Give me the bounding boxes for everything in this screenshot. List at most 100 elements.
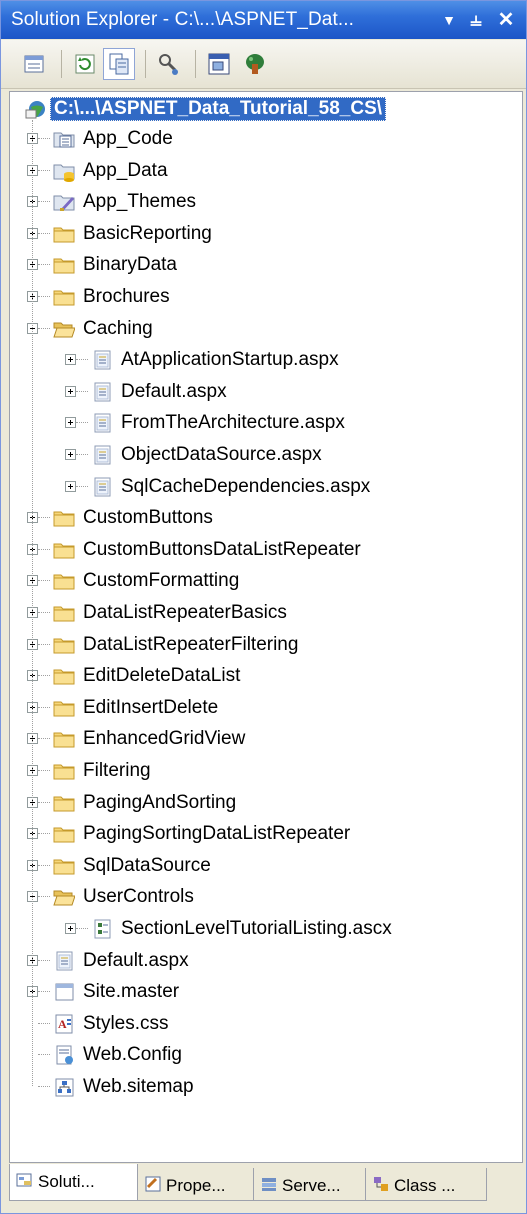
tree-item-label: Default.aspx [121,380,227,402]
properties-icon [24,55,44,73]
class-diagram-button[interactable] [239,48,271,80]
tab-properties[interactable]: Prope... [137,1168,254,1201]
close-icon[interactable]: ✕ [493,6,519,34]
tree-item-label: PagingSortingDataListRepeater [83,823,351,845]
tree-item[interactable]: Web.sitemap [10,1072,522,1103]
tree-item[interactable]: App_Data [10,156,522,187]
view-code-icon [159,54,178,75]
tree-item[interactable]: AtApplicationStartup.aspx [10,345,522,376]
tree-item[interactable]: Default.aspx [10,946,522,977]
expand-icon[interactable] [65,354,76,366]
folder-icon [53,796,75,812]
tree-item[interactable]: CustomButtons [10,503,522,534]
tree-item[interactable]: PagingSortingDataListRepeater [10,819,522,850]
tree-item-label: App_Themes [83,191,197,213]
toolbar-separator [61,50,62,78]
tree-item-label: App_Code [83,128,173,149]
tree-connector [38,548,50,551]
folder-icon [53,258,75,274]
tree-item-label: Brochures [83,286,170,307]
pin-icon[interactable]: ⫨ [463,6,489,34]
sitemap-file-icon [55,1078,74,1097]
title-bar[interactable]: Solution Explorer - C:\...\ASPNET_Dat...… [1,1,526,39]
tree-item[interactable]: Site.master [10,977,522,1008]
expand-icon[interactable] [65,417,76,429]
tree-item-label: Web.sitemap [83,1076,194,1097]
tree-item[interactable]: Filtering [10,756,522,787]
show-all-files-icon [109,53,129,75]
tree-item-label: EnhancedGridView [83,728,246,750]
tree-item[interactable]: ObjectDataSource.aspx [10,440,522,471]
tab-label: Serve... [282,1176,341,1195]
tree-item[interactable]: UserControls [10,882,522,913]
tree-connector [38,1054,50,1056]
properties-icon [145,1176,161,1192]
tree-item[interactable]: EditInsertDelete [10,693,522,724]
tree-item[interactable]: App_Themes [10,187,522,218]
special-folder-icon [53,132,75,148]
tree-connector [38,1086,50,1088]
show-all-files-button[interactable] [103,48,135,80]
tree-item[interactable]: BinaryData [10,250,522,281]
tab-class-view[interactable]: Class ... [365,1168,487,1201]
tree-item[interactable]: Brochures [10,282,522,313]
tree-root[interactable]: C:\...\ASPNET_Data_Tutorial_58_CS\ [10,94,522,125]
folder-icon [53,638,75,654]
tree-item-label: EditDeleteDataList [83,665,241,687]
tree-item-label: SqlDataSource [83,854,211,876]
tree-item[interactable]: CustomButtonsDataListRepeater [10,535,522,566]
tree-item[interactable]: DataListRepeaterBasics [10,598,522,629]
tree-item[interactable]: SqlCacheDependencies.aspx [10,472,522,503]
tree-connector [38,706,50,709]
dropdown-icon[interactable]: ▼ [437,6,461,34]
aspx-file-icon [94,477,111,497]
tree-connector [38,770,50,772]
tree-item[interactable]: EditDeleteDataList [10,661,522,692]
tree-item[interactable]: DataListRepeaterFiltering [10,630,522,661]
tree-connector [38,232,50,235]
tree-item-label: FromTheArchitecture.aspx [121,412,345,434]
tree-connector [76,422,88,424]
tree-item[interactable]: EnhancedGridView [10,724,522,755]
tab-solution-explorer[interactable]: Soluti... [9,1164,138,1201]
tree-connector [38,864,50,867]
view-designer-button[interactable] [203,48,235,80]
tree-item[interactable]: App_Code [10,124,522,155]
tab-server-explorer[interactable]: Serve... [253,1168,366,1201]
folder-icon [53,543,75,559]
open-folder-icon [53,322,75,338]
tree-connector [38,612,50,614]
tree-item[interactable]: Default.aspx [10,377,522,408]
expand-icon[interactable] [65,480,76,492]
solution-tree[interactable]: C:\...\ASPNET_Data_Tutorial_58_CS\ App_C… [9,91,523,1163]
master-file-icon [55,983,74,1001]
tree-item[interactable]: BasicReporting [10,219,522,250]
tree-item[interactable]: Web.Config [10,1040,522,1071]
solution-explorer-icon [16,1173,32,1187]
expand-icon[interactable] [65,385,76,397]
tree-connector [38,201,50,203]
view-code-button[interactable] [153,48,185,80]
refresh-button[interactable] [69,48,101,80]
aspx-file-icon [56,951,73,971]
tree-connector [38,517,50,519]
folder-icon [53,606,75,622]
tree-item-label: Site.master [83,981,180,1003]
tree-item[interactable]: SectionLevelTutorialListing.ascx [10,914,522,945]
properties-button[interactable] [19,48,51,80]
aspx-file-icon [94,350,111,370]
tree-item[interactable]: Caching [10,314,522,345]
folder-icon [53,827,75,843]
tree-connector [38,801,50,804]
tree-item-label: Styles.css [83,1012,169,1034]
folder-icon [53,701,75,717]
tree-item[interactable]: A Styles.css [10,1009,522,1040]
window-title: Solution Explorer - C:\...\ASPNET_Dat... [11,9,354,30]
tree-item[interactable]: PagingAndSorting [10,788,522,819]
tree-item[interactable]: FromTheArchitecture.aspx [10,408,522,439]
ascx-file-icon [94,919,111,939]
expand-icon[interactable] [65,923,76,934]
tree-item[interactable]: SqlDataSource [10,851,522,882]
expand-icon[interactable] [65,449,76,460]
tree-item[interactable]: CustomFormatting [10,566,522,597]
